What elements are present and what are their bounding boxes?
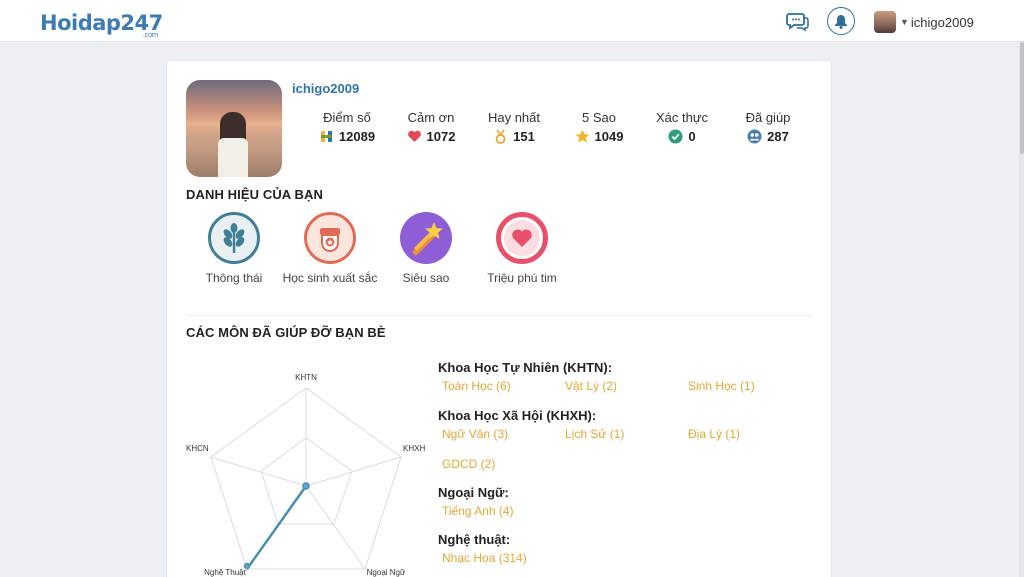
- wheat-icon: [208, 212, 260, 264]
- badge-label: Siêu sao: [402, 271, 450, 285]
- stat-label: Cảm ơn: [407, 110, 455, 125]
- stat-best: Hay nhất 151: [469, 110, 559, 144]
- subject-group-title: Khoa Học Tự Nhiên (KHTN):: [438, 360, 613, 375]
- titles-heading: DANH HIỆU CỦA BẠN: [186, 187, 323, 202]
- section-divider: [186, 315, 812, 316]
- radar-axis-label: KHXH: [403, 444, 425, 453]
- subject-item[interactable]: Sinh Học (1): [688, 379, 755, 393]
- profile-username[interactable]: ichigo2009: [292, 81, 359, 96]
- badge-label: Học sinh xuất sắc: [282, 271, 378, 285]
- points-icon: [320, 131, 332, 142]
- stat-label: Hay nhất: [487, 110, 541, 125]
- badge-thong-thai[interactable]: Thông thái: [179, 212, 289, 287]
- subjects-radar-chart: KHTN KHXH Ngoại Ngữ Nghệ Thuật KHCN: [186, 373, 425, 577]
- helped-users-icon: [747, 129, 762, 144]
- subject-group-khtn: Khoa Học Tự Nhiên (KHTN): Toán Học (6) V…: [438, 360, 818, 399]
- radar-series-line: [245, 485, 308, 570]
- user-menu[interactable]: ▼ ichigo2009: [874, 10, 974, 34]
- badge-label: Triệu phú tim: [487, 271, 557, 285]
- stat-label: Đã giúp: [745, 110, 791, 125]
- chevron-down-icon[interactable]: ▼: [900, 17, 909, 27]
- stat-value: 287: [767, 129, 789, 144]
- subject-item[interactable]: Tiếng Anh (4): [442, 504, 514, 518]
- stat-five-stars: 5 Sao 1049: [554, 110, 644, 144]
- stat-value: 0: [688, 129, 696, 144]
- subject-group-title: Khoa Học Xã Hội (KHXH):: [438, 408, 597, 423]
- chat-icon[interactable]: [786, 9, 810, 33]
- badge-sieu-sao[interactable]: Siêu sao: [371, 212, 481, 287]
- shooting-star-icon: [400, 212, 452, 264]
- profile-avatar: [186, 80, 282, 177]
- radar-axis-label: KHTN: [295, 373, 317, 382]
- logo-subtext: .com: [142, 31, 159, 39]
- badge-trieu-phu-tim[interactable]: Triệu phú tim: [467, 212, 577, 287]
- subject-item[interactable]: Ngữ Văn (3): [442, 427, 508, 441]
- subject-item[interactable]: Nhạc Họa (314): [442, 551, 527, 565]
- subject-group-nghe-thuat: Nghệ thuật: Nhạc Họa (314): [438, 532, 818, 571]
- heart-icon: [407, 130, 421, 142]
- subject-item[interactable]: GDCD (2): [442, 457, 495, 471]
- student-badge-icon: [304, 212, 356, 264]
- badge-hoc-sinh-xuat-sac[interactable]: Học sinh xuất sắc: [275, 212, 385, 287]
- stat-value: 1049: [594, 129, 624, 144]
- subject-group-ngoai-ngu: Ngoại Ngữ: Tiếng Anh (4): [438, 485, 818, 524]
- star-icon: [575, 129, 589, 143]
- subject-group-title: Ngoại Ngữ:: [438, 485, 509, 500]
- stat-helped: Đã giúp 287: [723, 110, 813, 144]
- stat-value: 151: [513, 129, 535, 144]
- radar-axis-label: KHCN: [186, 444, 209, 453]
- heart-badge-icon: [496, 212, 548, 264]
- notification-bell-icon[interactable]: [827, 7, 855, 35]
- top-navbar: Hoidap247 .com ▼ ichigo2009: [0, 0, 1024, 42]
- badge-label: Thông thái: [205, 271, 263, 285]
- subject-item[interactable]: Địa Lý (1): [688, 427, 740, 441]
- radar-grid: [210, 387, 402, 570]
- verified-icon: [668, 129, 683, 144]
- scrollbar-thumb[interactable]: [1020, 42, 1024, 154]
- medal-icon: [495, 129, 506, 144]
- subject-group-title: Nghệ thuật:: [438, 532, 511, 547]
- stat-label: Điểm số: [323, 110, 371, 125]
- stat-label: 5 Sao: [582, 110, 616, 125]
- subject-group-khxh: Khoa Học Xã Hội (KHXH): Ngữ Văn (3) Lịch…: [438, 408, 818, 477]
- header-username[interactable]: ichigo2009: [911, 15, 974, 30]
- avatar[interactable]: [874, 11, 896, 33]
- subjects-heading: CÁC MÔN ĐÃ GIÚP ĐỠ BẠN BÈ: [186, 325, 386, 340]
- subject-item[interactable]: Lịch Sử (1): [565, 427, 624, 441]
- site-logo[interactable]: Hoidap247 .com: [40, 7, 163, 39]
- radar-axis-label: Ngoại Ngữ: [367, 568, 406, 577]
- stat-points: Điểm số 12089: [302, 110, 392, 144]
- radar-point: [302, 482, 310, 490]
- stat-label: Xác thực: [655, 110, 709, 125]
- stat-value: 1072: [426, 129, 456, 144]
- stat-value: 12089: [338, 129, 376, 144]
- subject-item[interactable]: Toán Học (6): [442, 379, 511, 393]
- subject-item[interactable]: Vật Lý (2): [565, 379, 617, 393]
- stat-thanks: Cảm ơn 1072: [386, 110, 476, 144]
- stat-verified: Xác thực 0: [637, 110, 727, 144]
- radar-axis-label: Nghệ Thuật: [204, 568, 246, 577]
